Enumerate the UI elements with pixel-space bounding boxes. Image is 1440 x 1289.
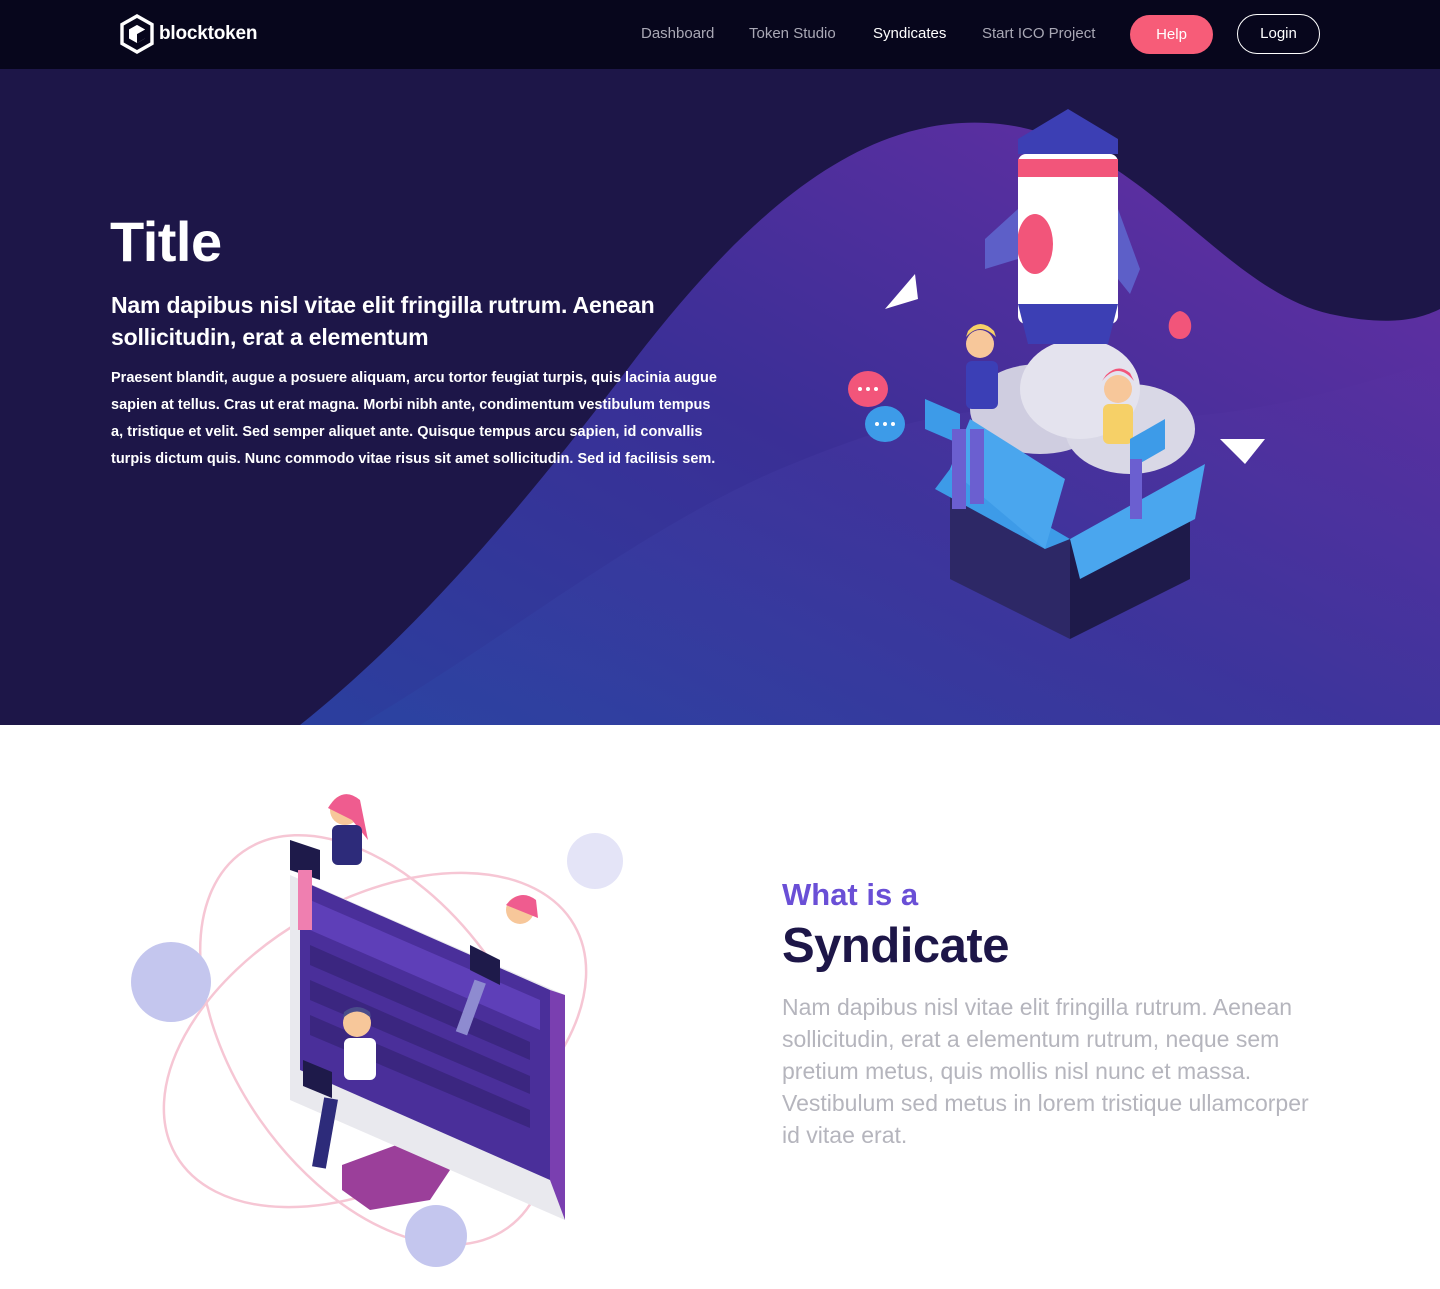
- syndicate-eyebrow: What is a: [782, 877, 919, 912]
- syndicate-body-text: Nam dapibus nisl vitae elit fringilla ru…: [782, 994, 1309, 1148]
- nav-link-token-studio[interactable]: Token Studio: [749, 24, 836, 44]
- hero-section: Title Nam dapibus nisl vitae elit fringi…: [0, 69, 1440, 725]
- rocket-box-illustration: [848, 109, 1265, 639]
- nav-link-dashboard[interactable]: Dashboard: [641, 24, 714, 44]
- hero-subtitle: Nam dapibus nisl vitae elit fringilla ru…: [111, 292, 655, 350]
- login-button[interactable]: Login: [1237, 14, 1320, 54]
- hero-body-text: Praesent blandit, augue a posuere aliqua…: [111, 370, 717, 467]
- brand-name: blocktoken: [159, 23, 258, 44]
- top-navbar: blocktoken Dashboard Token Studio Syndic…: [0, 0, 1440, 69]
- syndicate-heading: Syndicate: [782, 919, 1009, 973]
- brand-logo[interactable]: blocktoken: [119, 14, 258, 54]
- help-button[interactable]: Help: [1130, 15, 1213, 54]
- nav-link-syndicates[interactable]: Syndicates: [873, 24, 946, 44]
- nav-link-start-ico-project[interactable]: Start ICO Project: [982, 24, 1095, 44]
- hexagon-cube-icon: [120, 14, 154, 54]
- syndicate-section: What is a Syndicate Nam dapibus nisl vit…: [0, 725, 1440, 1289]
- monitor-team-illustration: [131, 794, 623, 1267]
- hero-title: Title: [110, 210, 222, 273]
